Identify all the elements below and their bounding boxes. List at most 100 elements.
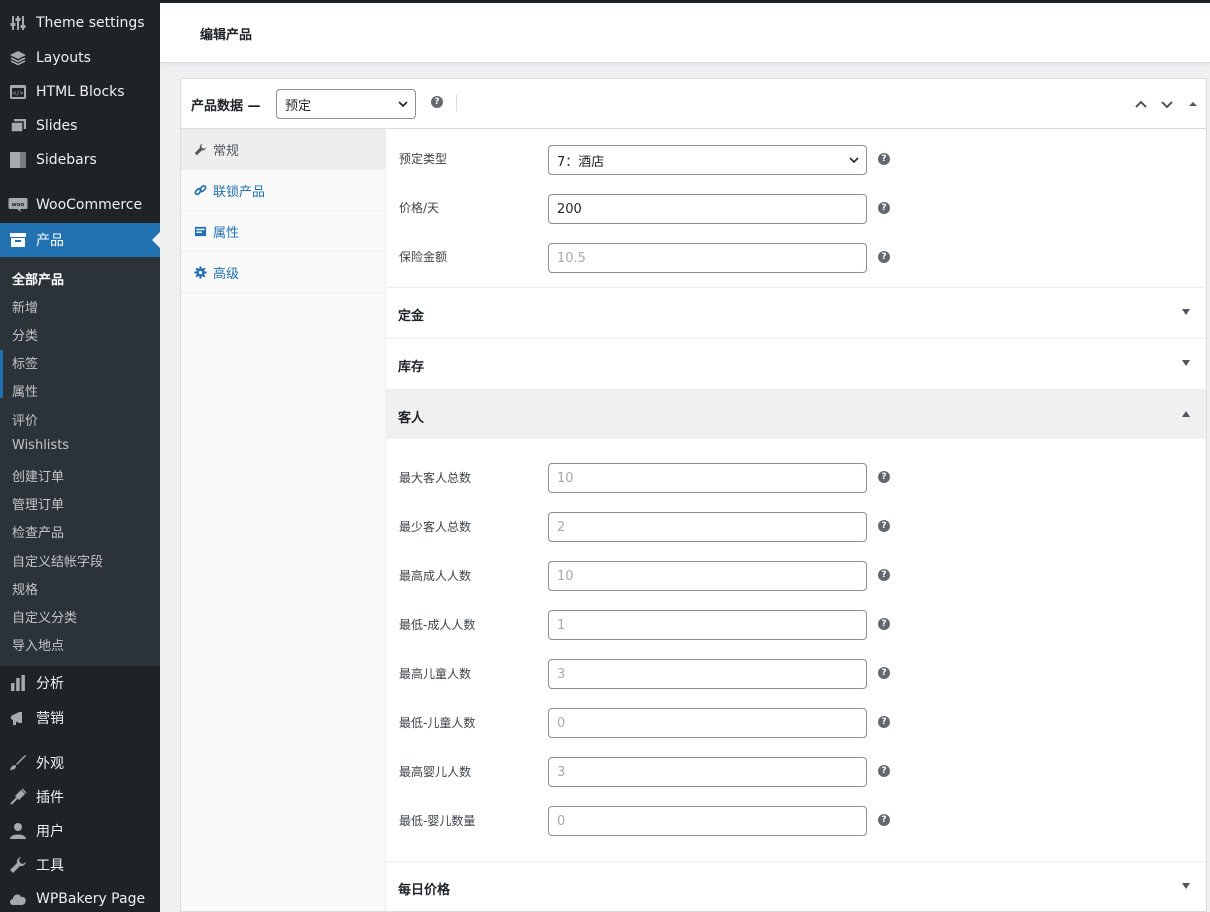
insurance-input[interactable]: 10.5 <box>548 243 867 273</box>
menu-label: 用户 <box>36 824 64 840</box>
move-down-icon[interactable] <box>1159 96 1175 112</box>
code-block-icon: </> <box>8 82 28 102</box>
chevron-down-icon <box>849 157 859 164</box>
menu-sidebars[interactable]: Sidebars <box>0 143 160 177</box>
min-children-input[interactable]: 0 <box>548 708 867 738</box>
menu-marketing[interactable]: 营销 <box>0 701 160 735</box>
sidebar-icon <box>8 150 28 170</box>
link-icon <box>193 183 207 197</box>
tab-label: 属性 <box>213 225 240 241</box>
section-guests[interactable]: 客人 <box>386 389 1206 439</box>
price-per-day-input[interactable]: 200 <box>548 194 867 224</box>
submenu-add-new[interactable]: 新增 <box>12 297 38 316</box>
collapse-toggle-icon[interactable] <box>1185 96 1201 112</box>
expand-arrow-icon <box>1182 309 1190 315</box>
section-inventory[interactable]: 库存 <box>386 338 1206 388</box>
help-icon[interactable]: ? <box>878 618 890 630</box>
submenu-all-products[interactable]: 全部产品 <box>12 269 64 288</box>
booking-type-select[interactable]: 7：酒店 <box>548 145 867 175</box>
help-icon[interactable]: ? <box>878 471 890 483</box>
gear-icon <box>193 265 207 279</box>
booking-type-value: 7：酒店 <box>557 154 605 170</box>
min-infants-label: 最低-婴儿数量 <box>399 814 476 828</box>
bar-chart-icon <box>8 673 28 693</box>
submenu-custom-taxonomy[interactable]: 自定义分类 <box>12 607 77 626</box>
menu-label: Sidebars <box>36 152 97 168</box>
help-icon[interactable]: ? <box>878 202 890 214</box>
menu-label: 产品 <box>36 233 64 249</box>
svg-text:woo: woo <box>12 202 25 208</box>
user-icon <box>8 821 28 841</box>
submenu-create-order[interactable]: 创建订单 <box>12 466 64 485</box>
submenu-specs[interactable]: 规格 <box>12 579 38 598</box>
menu-html-blocks[interactable]: </> HTML Blocks <box>0 75 160 109</box>
submenu-tags[interactable]: 标签 <box>12 353 38 372</box>
expand-arrow-icon <box>1182 883 1190 889</box>
max-guests-label: 最大客人总数 <box>399 471 472 485</box>
menu-label: Theme settings <box>36 15 145 31</box>
slides-icon <box>8 116 28 136</box>
section-daily-price[interactable]: 每日价格 <box>386 861 1206 911</box>
menu-label: 外观 <box>36 756 64 772</box>
submenu-reviews[interactable]: 评价 <box>12 410 38 429</box>
submenu-import-locations[interactable]: 导入地点 <box>12 635 64 654</box>
menu-layouts[interactable]: Layouts <box>0 41 160 75</box>
insurance-label: 保险金额 <box>399 250 448 264</box>
submenu-categories[interactable]: 分类 <box>12 325 38 344</box>
menu-plugins[interactable]: 插件 <box>0 780 160 814</box>
products-submenu: 全部产品 新增 分类 标签 属性 评价 Wishlists 创建订单 管理订单 … <box>0 257 160 666</box>
move-up-icon[interactable] <box>1133 96 1149 112</box>
submenu-check-products[interactable]: 检查产品 <box>12 522 64 541</box>
menu-users[interactable]: 用户 <box>0 814 160 848</box>
help-icon[interactable]: ? <box>878 667 890 679</box>
help-icon[interactable]: ? <box>878 520 890 532</box>
brush-icon <box>8 753 28 773</box>
menu-appearance[interactable]: 外观 <box>0 746 160 780</box>
max-guests-input[interactable]: 10 <box>548 463 867 493</box>
help-icon[interactable]: ? <box>878 569 890 581</box>
submenu-manage-orders[interactable]: 管理订单 <box>12 494 64 513</box>
tab-general[interactable]: 常规 <box>181 129 386 170</box>
menu-woocommerce[interactable]: woo WooCommerce <box>0 188 160 222</box>
menu-analytics[interactable]: 分析 <box>0 666 160 700</box>
menu-wpbakery[interactable]: WPBakery Page <box>0 882 160 912</box>
tab-advanced[interactable]: 高级 <box>181 252 386 293</box>
max-children-label: 最高儿童人数 <box>399 667 472 681</box>
menu-label: 插件 <box>36 790 64 806</box>
tab-attributes[interactable]: 属性 <box>181 211 386 252</box>
menu-slides[interactable]: Slides <box>0 109 160 143</box>
submenu-attributes[interactable]: 属性 <box>12 381 38 400</box>
svg-text:</>: </> <box>13 90 24 97</box>
menu-label: WPBakery Page <box>36 891 146 907</box>
section-deposit[interactable]: 定金 <box>386 287 1206 337</box>
min-guests-label: 最少客人总数 <box>399 520 472 534</box>
menu-label: WooCommerce <box>36 197 143 213</box>
menu-products[interactable]: 产品 <box>0 223 160 257</box>
menu-tools[interactable]: 工具 <box>0 848 160 882</box>
help-icon[interactable]: ? <box>878 716 890 728</box>
max-children-input[interactable]: 3 <box>548 659 867 689</box>
section-title: 定金 <box>398 309 425 324</box>
max-adults-label: 最高成人人数 <box>399 569 472 583</box>
submenu-checkout-fields[interactable]: 自定义结帐字段 <box>12 551 103 570</box>
product-data-label: 产品数据 — <box>191 99 261 114</box>
submenu-wishlists[interactable]: Wishlists <box>12 438 69 453</box>
submenu-indicator <box>0 350 3 398</box>
menu-label: Slides <box>36 118 78 134</box>
min-infants-input[interactable]: 0 <box>548 806 867 836</box>
max-infants-input[interactable]: 3 <box>548 757 867 787</box>
menu-theme-settings[interactable]: Theme settings <box>0 6 160 40</box>
min-guests-input[interactable]: 2 <box>548 512 867 542</box>
menu-label: 工具 <box>36 858 64 874</box>
help-icon[interactable]: ? <box>878 765 890 777</box>
product-type-select[interactable]: 预定 <box>276 89 416 119</box>
help-icon[interactable]: ? <box>878 251 890 263</box>
help-icon[interactable]: ? <box>878 814 890 826</box>
help-icon[interactable]: ? <box>878 153 890 165</box>
tab-linked-products[interactable]: 联锁产品 <box>181 170 386 211</box>
max-adults-input[interactable]: 10 <box>548 561 867 591</box>
tab-label: 常规 <box>213 143 240 159</box>
help-icon[interactable]: ? <box>431 96 443 108</box>
min-adults-input[interactable]: 1 <box>548 610 867 640</box>
plugin-icon <box>8 787 28 807</box>
